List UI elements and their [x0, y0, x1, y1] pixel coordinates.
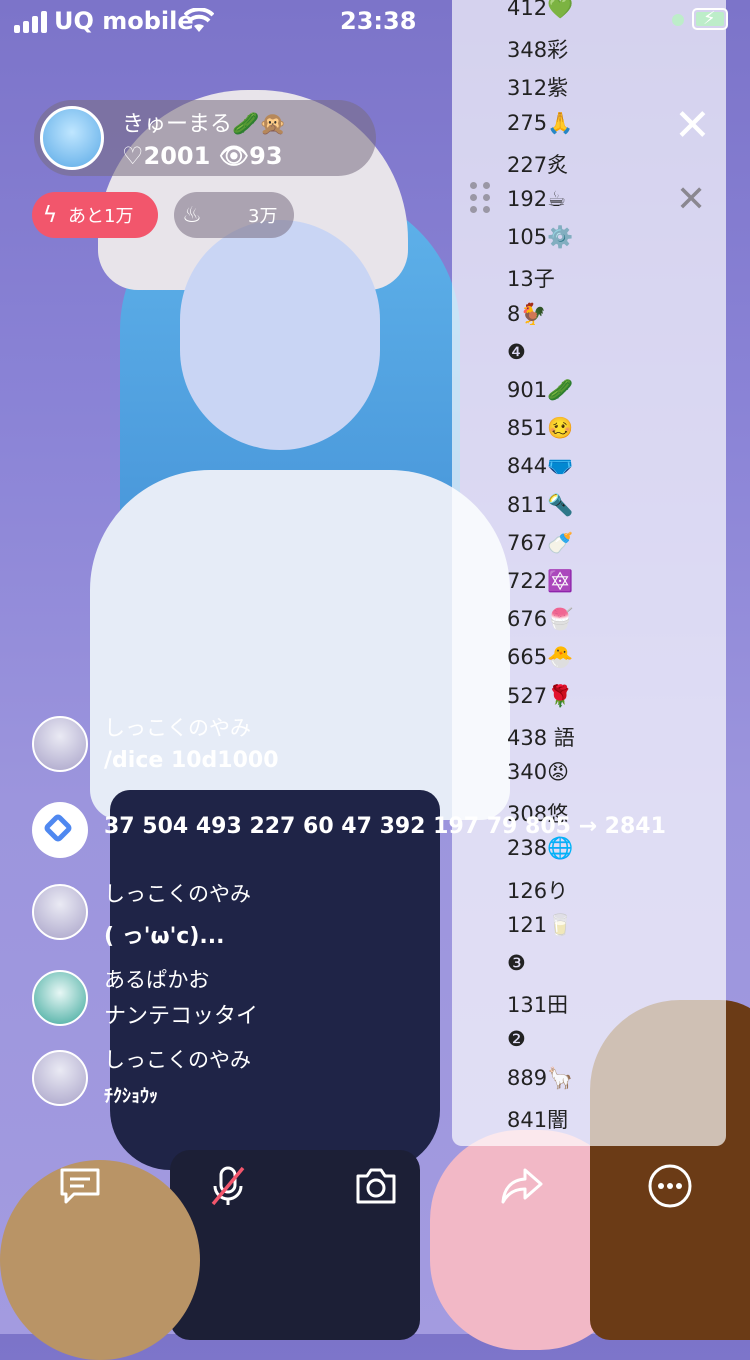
ranking-item: 8🐓: [507, 301, 547, 326]
ranking-item: 340😡: [507, 760, 569, 784]
ranking-item: 676🍧: [507, 607, 574, 632]
comment-username: あるぱかお: [104, 968, 210, 992]
lightning-icon: ϟ: [42, 202, 58, 228]
wifi-icon: [184, 8, 214, 32]
fire-label: 3万: [248, 206, 278, 227]
mute-button[interactable]: [204, 1162, 252, 1210]
ranking-item: ❹: [507, 339, 526, 364]
remaining-badge[interactable]: ϟ あと1万: [32, 192, 158, 238]
ranking-item: 312紫: [507, 76, 569, 101]
ranking-item: 438 語: [507, 725, 575, 750]
more-icon: [648, 1164, 692, 1208]
ranking-item: 811🔦: [507, 492, 574, 517]
comment-text: /dice 10d1000: [104, 748, 279, 773]
comment-username: しっこくのやみ: [104, 716, 251, 740]
host-name: きゅーまる🥒🙊: [122, 112, 287, 137]
carrier-label: UQ mobile: [54, 7, 194, 35]
ranking-item: 901🥒: [507, 378, 574, 402]
comment-text: ナンテコッタイ: [104, 1004, 259, 1029]
ranking-item: 121🥛: [507, 912, 574, 937]
ranking-item: 841闇: [507, 1107, 569, 1132]
host-info-pill[interactable]: きゅーまる🥒🙊 ♡2001 👁93: [34, 100, 376, 176]
close-panel-icon[interactable]: ✕: [676, 182, 706, 218]
ranking-item: 131田: [507, 993, 569, 1018]
ranking-item: 889🦙: [507, 1065, 574, 1090]
avatar-face: [180, 220, 380, 450]
ranking-item: ❸: [507, 951, 526, 975]
ranking-item: 527🌹: [507, 683, 574, 708]
ranking-item: 192☕: [507, 187, 566, 211]
ranking-item: ❷: [507, 1027, 526, 1052]
comment-username: しっこくのやみ: [104, 1048, 251, 1072]
camera-button[interactable]: [352, 1162, 400, 1210]
comment-avatar: [32, 884, 88, 940]
comment-text: 37 504 493 227 60 47 392 197 79 805 → 28…: [104, 814, 666, 839]
ranking-item: 13子: [507, 267, 555, 292]
ranking-item: 412💚: [507, 0, 574, 20]
flame-icon: ♨: [182, 202, 202, 228]
signal-icon: [14, 11, 47, 33]
share-icon: [501, 1168, 543, 1204]
host-avatar[interactable]: [40, 106, 104, 170]
comment-icon: [60, 1168, 100, 1204]
comment-text: ﾁｸｼｮｳｯ: [104, 1086, 158, 1107]
comment-text: ( っ'ω'c)...: [104, 924, 225, 949]
fire-badge[interactable]: ♨ 3万: [174, 192, 294, 238]
ranking-item: 665🐣: [507, 645, 574, 670]
camera-icon: [356, 1168, 396, 1204]
drag-handle-icon[interactable]: [470, 182, 491, 213]
likes-count: ♡2001: [122, 142, 211, 170]
ranking-item: 844🩲: [507, 454, 574, 479]
remaining-label: あと1万: [68, 206, 134, 227]
clock: 23:38: [340, 7, 417, 35]
comment-username: しっこくのやみ: [104, 882, 251, 906]
share-button[interactable]: [498, 1162, 546, 1210]
views-count: 👁93: [218, 142, 283, 170]
comment-button[interactable]: [56, 1162, 104, 1210]
ranking-item: 238🌐: [507, 836, 574, 861]
host-stats: ♡2001 👁93: [122, 142, 283, 170]
mic-off-icon: [211, 1166, 245, 1206]
comment-avatar: [32, 716, 88, 772]
ranking-item: 126り: [507, 878, 569, 903]
comment-avatar: [32, 1050, 88, 1106]
ranking-panel[interactable]: ✕ ✕ 412💚 348彩 312紫 275🙏 227炙 192☕ 105⚙️ 13子 8🐓 ❹ 9…: [452, 0, 726, 1146]
ranking-item: 227炙: [507, 152, 569, 177]
more-button[interactable]: [646, 1162, 694, 1210]
ranking-item: 767🍼: [507, 530, 574, 555]
dice-bot-avatar: [32, 802, 88, 858]
ranking-item: 105⚙️: [507, 225, 574, 250]
close-icon[interactable]: ✕: [674, 104, 711, 148]
comment-avatar: [32, 970, 88, 1026]
ranking-item: 722🔯: [507, 569, 574, 593]
ranking-item: 851🥴: [507, 416, 574, 441]
ranking-item: 275🙏: [507, 110, 574, 135]
ranking-item: 348彩: [507, 38, 569, 63]
